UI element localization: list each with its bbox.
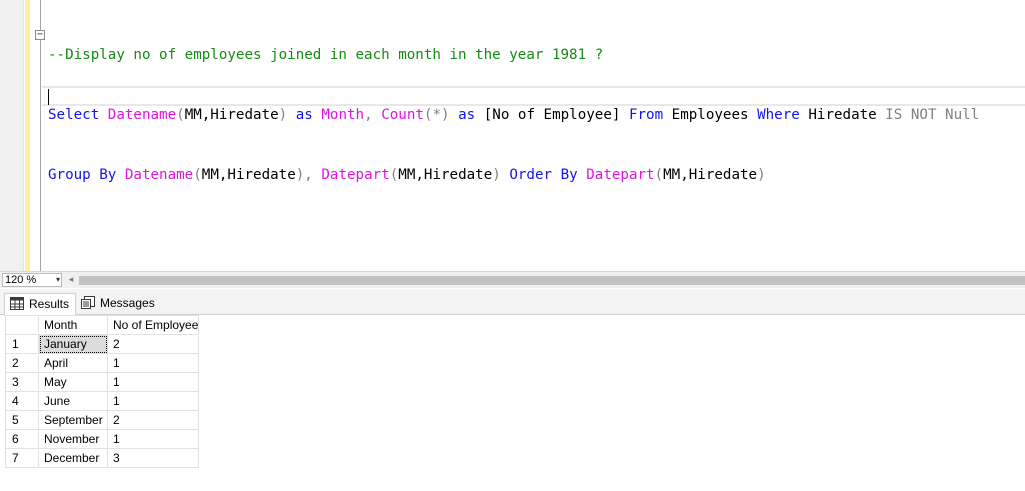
column-header-month[interactable]: Month [38,315,108,335]
comment-line: --Display no of employees joined in each… [48,47,604,63]
cell-month[interactable]: January [38,334,108,354]
scroll-left-icon[interactable]: ◂ [66,273,76,287]
paren: ) [757,167,766,183]
select-line: Select Datename(MM,Hiredate) as Month, C… [48,105,979,125]
comma: , [364,107,373,123]
kw-where: Where [757,107,800,123]
results-grid[interactable]: Month No of Employee 1 January 2 2 April… [5,315,200,468]
kw-as: as [295,107,313,123]
code-text[interactable]: --Display no of employees joined in each… [48,5,979,225]
row-number[interactable]: 4 [5,391,39,411]
row-number[interactable]: 2 [5,353,39,373]
paren: ( [193,167,202,183]
table-row[interactable]: 1 January 2 [5,334,200,354]
change-tracking-bar [25,0,30,271]
table-row[interactable]: 7 December 3 [5,448,200,468]
table-row[interactable]: 4 June 1 [5,391,200,411]
row-number[interactable]: 3 [5,372,39,392]
grid-icon [10,297,24,310]
table-row[interactable]: 3 May 1 [5,372,200,392]
row-number[interactable]: 6 [5,429,39,449]
table-row[interactable]: 6 November 1 [5,429,200,449]
tab-messages[interactable]: Messages [76,293,161,315]
args: MM,Hiredate [663,167,758,183]
row-number[interactable]: 5 [5,410,39,430]
kw-group-by: Group By [48,167,117,183]
horizontal-scrollbar[interactable] [79,276,1025,285]
editor-margin [0,0,24,271]
paren: ), [295,167,313,183]
cell-count[interactable]: 2 [106,410,200,430]
kw-is-not-null: IS NOT Null [885,107,980,123]
paren: ) [278,107,288,123]
tab-results-label: Results [29,297,70,311]
kw-as: as [458,107,476,123]
cell-count[interactable]: 3 [106,448,200,468]
collapse-icon[interactable]: − [35,30,45,40]
fn-datename: Datename [124,167,194,183]
cell-count[interactable]: 1 [106,429,200,449]
row-number-header[interactable] [5,315,39,335]
cell-count[interactable]: 1 [106,391,200,411]
table-name: Employees [671,107,749,123]
args: MM,Hiredate [201,167,296,183]
current-line-highlight [42,86,1025,106]
column-name: Hiredate [808,107,877,123]
tab-results[interactable]: Results [4,293,77,315]
row-number[interactable]: 7 [5,448,39,468]
paren: ( [176,107,185,123]
args: MM,Hiredate [398,167,493,183]
results-grid-area: Month No of Employee 1 January 2 2 April… [0,315,1025,491]
cell-month[interactable]: September [38,410,108,430]
outline-line [40,0,41,271]
alias-no-of-employee: [No of Employee] [483,107,621,123]
fn-count: Count [381,107,424,123]
cell-month[interactable]: June [38,391,108,411]
fn-datepart: Datepart [586,167,655,183]
cell-count[interactable]: 2 [106,334,200,354]
paren: ( [654,167,664,183]
grid-header-row: Month No of Employee [5,315,200,335]
alias-month: Month [321,107,365,123]
groupby-line: Group By Datename(MM,Hiredate), Datepart… [48,165,979,185]
chevron-down-icon[interactable]: ▾ [56,274,60,286]
table-row[interactable]: 2 April 1 [5,353,200,373]
paren: ) [492,167,501,183]
zoom-dropdown[interactable]: 120 % ▾ [2,273,62,287]
fn-datepart: Datepart [321,167,390,183]
args: MM,Hiredate [184,107,279,123]
cell-count[interactable]: 1 [106,372,200,392]
query-editor[interactable]: − --Display no of employees joined in ea… [0,0,1025,271]
column-header-no-of-employee[interactable]: No of Employee [106,315,200,335]
cell-count[interactable]: 1 [106,353,200,373]
results-tab-strip: Results Messages [0,289,1025,315]
fn-datename: Datename [107,107,177,123]
cell-month[interactable]: April [38,353,108,373]
cell-month[interactable]: May [38,372,108,392]
messages-icon [81,296,95,309]
cell-month[interactable]: November [38,429,108,449]
row-number[interactable]: 1 [5,334,39,354]
cell-month[interactable]: December [38,448,108,468]
paren: ( [389,167,399,183]
text-caret [48,89,49,105]
zoom-value: 120 % [5,274,37,286]
table-row[interactable]: 5 September 2 [5,410,200,430]
kw-from: From [628,107,664,123]
editor-status-bar: 120 % ▾ ◂ [0,271,1025,288]
kw-order-by: Order By [509,167,578,183]
star-args: (*) [423,107,450,123]
tab-messages-label: Messages [100,296,155,310]
kw-select: Select [48,107,100,123]
